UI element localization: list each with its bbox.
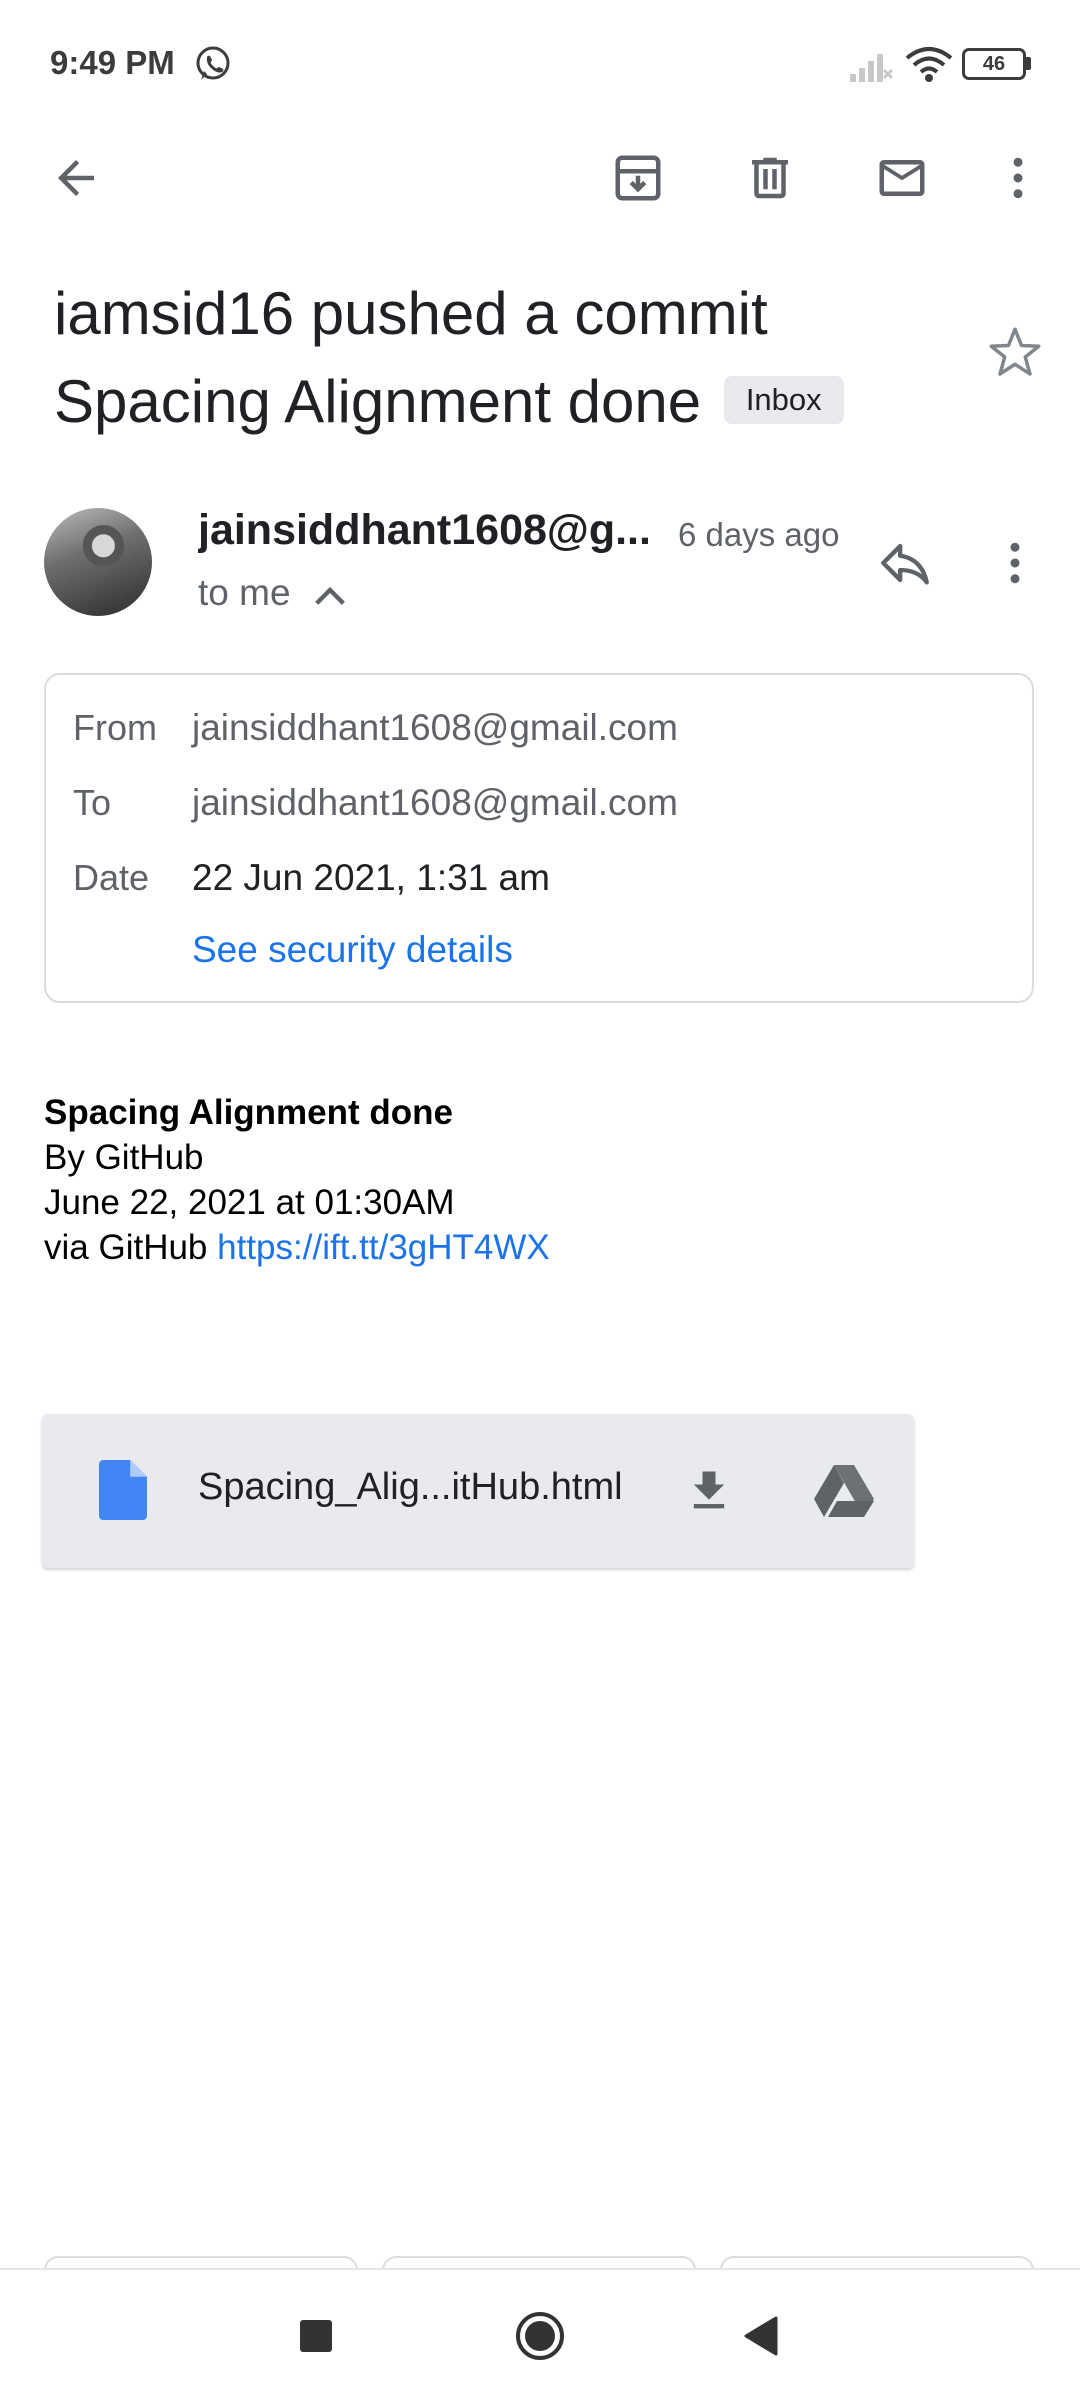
inbox-label-chip[interactable]: Inbox: [723, 376, 844, 425]
body-title: Spacing Alignment done: [44, 1093, 453, 1132]
via-prefix: via GitHub: [44, 1228, 208, 1267]
battery-level: 46: [962, 48, 1026, 80]
body-via-line: via GitHub https://ift.tt/3gHT4WX: [44, 1225, 550, 1270]
more-options-button[interactable]: [978, 138, 1058, 218]
battery-icon: 46: [962, 48, 1032, 80]
wifi-icon: [905, 47, 953, 82]
chevron-up-icon[interactable]: [310, 580, 350, 610]
save-to-drive-button[interactable]: [804, 1454, 884, 1528]
status-time: 9:49 PM: [50, 44, 175, 81]
received-time: 6 days ago: [678, 516, 840, 553]
email-body: Spacing Alignment done By GitHub June 22…: [44, 1090, 550, 1270]
reply-icon: [881, 543, 929, 585]
email-view-screen: 9:49 PM 46 iamsid16 pushed a commit Spac…: [0, 0, 1080, 2400]
back-triangle-icon: [744, 2316, 778, 2356]
security-details-link[interactable]: See security details: [192, 929, 513, 971]
signal-icon: [850, 54, 894, 82]
more-vert-icon: [1010, 542, 1020, 584]
sender-avatar[interactable]: [44, 508, 152, 616]
from-value: jainsiddhant1608@gmail.com: [192, 707, 678, 748]
battery-tip: [1026, 57, 1031, 70]
date-label: Date: [73, 857, 150, 898]
archive-button[interactable]: [598, 138, 678, 218]
to-label: To: [73, 782, 112, 823]
delete-button[interactable]: [730, 138, 810, 218]
system-back-button[interactable]: [718, 2294, 802, 2378]
star-outline-icon: [989, 327, 1041, 376]
recipient-summary[interactable]: to me: [198, 572, 291, 614]
attachment-card[interactable]: Spacing_Alig...itHub.html: [42, 1414, 914, 1568]
download-icon: [693, 1471, 725, 1509]
download-button[interactable]: [672, 1454, 746, 1528]
back-button[interactable]: [36, 138, 116, 218]
subject-line-1: iamsid16 pushed a commit: [54, 280, 768, 347]
system-nav-bar: [0, 2268, 1080, 2400]
email-subject: iamsid16 pushed a commit Spacing Alignme…: [54, 270, 954, 446]
attachment-file-name: Spacing_Alig...itHub.html: [198, 1466, 623, 1508]
recents-button[interactable]: [274, 2294, 358, 2378]
to-value: jainsiddhant1608@gmail.com: [192, 782, 678, 823]
home-circle-icon: [516, 2312, 564, 2360]
from-label: From: [73, 707, 157, 748]
back-arrow-icon: [58, 160, 94, 196]
message-more-button[interactable]: [980, 526, 1050, 600]
reply-button[interactable]: [868, 526, 942, 600]
delete-icon: [752, 157, 788, 199]
recents-square-icon: [300, 2320, 332, 2352]
document-icon: [99, 1460, 147, 1520]
subject-line-2-row: Spacing Alignment done Inbox: [54, 358, 954, 446]
subject-line-2: Spacing Alignment done: [54, 368, 702, 435]
whatsapp-icon: [196, 46, 230, 80]
star-button[interactable]: [980, 318, 1050, 388]
body-date-line: June 22, 2021 at 01:30AM: [44, 1183, 455, 1222]
archive-icon: [615, 155, 661, 201]
body-link[interactable]: https://ift.tt/3gHT4WX: [217, 1228, 550, 1267]
body-by-line: By GitHub: [44, 1138, 204, 1177]
message-details-box: From jainsiddhant1608@gmail.com To jains…: [44, 673, 1034, 1003]
home-button[interactable]: [498, 2294, 582, 2378]
status-bar: 9:49 PM 46: [0, 0, 1080, 130]
sender-name[interactable]: jainsiddhant1608@g...: [198, 506, 648, 555]
drive-icon: [814, 1465, 874, 1517]
mark-unread-icon: [879, 160, 925, 196]
more-vert-icon: [1013, 157, 1023, 199]
date-value: 22 Jun 2021, 1:31 am: [192, 857, 550, 898]
mark-unread-button[interactable]: [862, 138, 942, 218]
